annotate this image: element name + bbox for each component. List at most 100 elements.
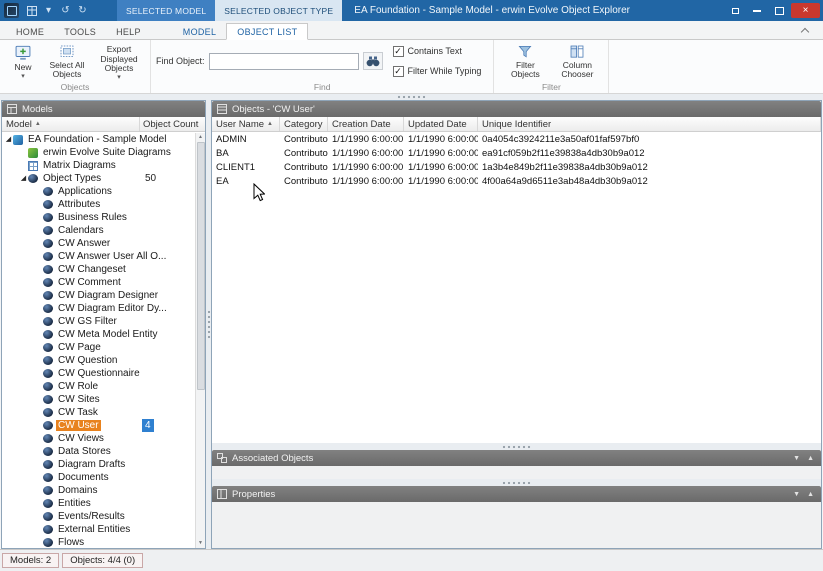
tree-item-documents[interactable]: Documents [2, 471, 205, 484]
tree-item-cw-diagram-editor-dy[interactable]: CW Diagram Editor Dy... [2, 302, 205, 315]
column-label: Unique Identifier [482, 119, 551, 130]
scroll-up-icon[interactable]: ▲ [198, 133, 203, 142]
tree-item-attributes[interactable]: Attributes [2, 198, 205, 211]
ribbon-tab-object-list[interactable]: OBJECT LIST [226, 23, 308, 40]
tree-item-cw-answer[interactable]: CW Answer [2, 237, 205, 250]
tree-item-cw-diagram-designer[interactable]: CW Diagram Designer [2, 289, 205, 302]
tree-item-cw-answer-user-all-o[interactable]: CW Answer User All O... [2, 250, 205, 263]
column-header-creation-date[interactable]: Creation Date [328, 117, 404, 131]
tree-item-entities[interactable]: Entities [2, 497, 205, 510]
scrollbar-thumb[interactable] [197, 142, 205, 390]
cell: BA [212, 148, 280, 159]
table-row-ea[interactable]: EAContributor1/1/1990 6:00:00 AM1/1/1990… [212, 174, 821, 188]
tree-item-cw-questionnaire[interactable]: CW Questionnaire [2, 367, 205, 380]
window-title: EA Foundation - Sample Model - erwin Evo… [354, 0, 630, 21]
tree-item-cw-sites[interactable]: CW Sites [2, 393, 205, 406]
tree-item-cw-comment[interactable]: CW Comment [2, 276, 205, 289]
undo-icon[interactable]: ↺ [57, 0, 74, 21]
table-row-admin[interactable]: ADMINContributor1/1/1990 6:00:00 AM1/1/1… [212, 132, 821, 146]
expander-icon[interactable]: ◢ [19, 175, 28, 182]
table-row-ba[interactable]: BAContributor1/1/1990 6:00:00 AM1/1/1990… [212, 146, 821, 160]
new-button[interactable]: New ▾ [5, 42, 41, 82]
tree-item-matrix-diagrams[interactable]: Matrix Diagrams [2, 159, 205, 172]
tree-item-domains[interactable]: Domains [2, 484, 205, 497]
tree-item-cw-meta-model-entity[interactable]: CW Meta Model Entity [2, 328, 205, 341]
tree-item-cw-changeset[interactable]: CW Changeset [2, 263, 205, 276]
column-label: Updated Date [408, 119, 467, 130]
column-label: Category [284, 119, 323, 130]
tree-item-applications[interactable]: Applications [2, 185, 205, 198]
tree-item-label: CW Question [56, 355, 119, 366]
redo-icon[interactable]: ↻ [74, 0, 91, 21]
qat-dropdown-icon[interactable]: ▾ [40, 0, 57, 21]
maximize-button[interactable] [769, 3, 789, 18]
window-controls: × [725, 0, 823, 21]
tree-item-label: Attributes [56, 199, 102, 210]
find-object-input[interactable] [209, 53, 359, 70]
tree-item-cw-task[interactable]: CW Task [2, 406, 205, 419]
tree-item-object-types[interactable]: ◢Object Types50 [2, 172, 205, 185]
help-window-icon[interactable] [725, 3, 745, 18]
tree-indent [2, 308, 34, 309]
ribbon-tab-tools[interactable]: TOOLS [54, 24, 106, 39]
status-objects: Objects: 4/4 (0) [62, 553, 143, 568]
app-logo-icon[interactable] [4, 3, 19, 18]
tree-scrollbar[interactable]: ▲ ▼ [195, 133, 205, 548]
object-count-value: 50 [142, 172, 159, 185]
column-header-model[interactable]: Model ▲ [2, 117, 140, 131]
column-chooser-button[interactable]: Column Chooser [551, 42, 603, 82]
sphere-icon [43, 252, 53, 261]
column-header-category[interactable]: Category [280, 117, 328, 131]
cell: EA [212, 176, 280, 187]
export-displayed-objects-button[interactable]: Export Displayed Objects ▾ [93, 42, 145, 82]
sphere-icon [43, 382, 53, 391]
ribbon-tab-help[interactable]: HELP [106, 24, 151, 39]
tree-item-ea-foundation-sample-model[interactable]: ◢EA Foundation - Sample Model [2, 133, 205, 146]
tree-item-external-entities[interactable]: External Entities [2, 523, 205, 536]
tree-item-cw-page[interactable]: CW Page [2, 341, 205, 354]
cell: Contributor [280, 134, 328, 145]
tree-item-cw-views[interactable]: CW Views [2, 432, 205, 445]
filter-while-typing-checkbox[interactable]: ✓ Filter While Typing [393, 66, 482, 77]
ribbon-tab-model[interactable]: MODEL [173, 24, 227, 39]
column-header-user-name[interactable]: User Name▲ [212, 117, 280, 131]
contains-text-checkbox[interactable]: ✓ Contains Text [393, 46, 482, 57]
table-row-client1[interactable]: CLIENT1Contributor1/1/1990 6:00:00 AM1/1… [212, 160, 821, 174]
tree-item-calendars[interactable]: Calendars [2, 224, 205, 237]
column-header-unique-identifier[interactable]: Unique Identifier [478, 117, 821, 131]
tree-item-business-rules[interactable]: Business Rules [2, 211, 205, 224]
collapse-ribbon-icon[interactable] [801, 27, 809, 35]
properties-splitter[interactable] [212, 479, 821, 486]
collapse-panel-icon[interactable]: ▲ [807, 455, 814, 462]
tree-item-cw-user[interactable]: CW User4 [2, 419, 205, 432]
expand-panel-icon[interactable]: ▼ [793, 455, 800, 462]
select-all-objects-button[interactable]: Select All Objects [41, 42, 93, 82]
scroll-down-icon[interactable]: ▼ [198, 539, 203, 548]
collapse-panel-icon[interactable]: ▲ [807, 491, 814, 498]
tree-item-diagram-drafts[interactable]: Diagram Drafts [2, 458, 205, 471]
tree-item-cw-question[interactable]: CW Question [2, 354, 205, 367]
tree-item-cw-gs-filter[interactable]: CW GS Filter [2, 315, 205, 328]
context-tab-selected-model[interactable]: SELECTED MODEL [117, 0, 215, 21]
tree-indent [2, 477, 34, 478]
minimize-button[interactable] [747, 3, 767, 18]
tree-item-data-stores[interactable]: Data Stores [2, 445, 205, 458]
context-tab-selected-object-type[interactable]: SELECTED OBJECT TYPE [215, 0, 342, 21]
expander-icon[interactable]: ◢ [4, 136, 13, 143]
column-header-object-count[interactable]: Object Count [140, 117, 205, 131]
tree-item-erwin-evolve-suite-diagrams[interactable]: erwin Evolve Suite Diagrams [2, 146, 205, 159]
tree-item-flows[interactable]: Flows [2, 536, 205, 548]
column-header-updated-date[interactable]: Updated Date [404, 117, 478, 131]
close-button[interactable]: × [791, 3, 820, 18]
find-button[interactable] [363, 52, 383, 70]
expand-panel-icon[interactable]: ▼ [793, 491, 800, 498]
tree-item-events-results[interactable]: Events/Results [2, 510, 205, 523]
tree-item-label: CW Role [56, 381, 100, 392]
tree-item-label: CW Diagram Designer [56, 290, 160, 301]
associated-objects-splitter[interactable] [212, 443, 821, 450]
filter-objects-button[interactable]: Filter Objects [499, 42, 551, 82]
tree-item-cw-role[interactable]: CW Role [2, 380, 205, 393]
quick-access-grid-icon[interactable] [23, 0, 40, 21]
ribbon-tab-home[interactable]: HOME [6, 24, 54, 39]
panel-splitter[interactable] [206, 100, 211, 549]
